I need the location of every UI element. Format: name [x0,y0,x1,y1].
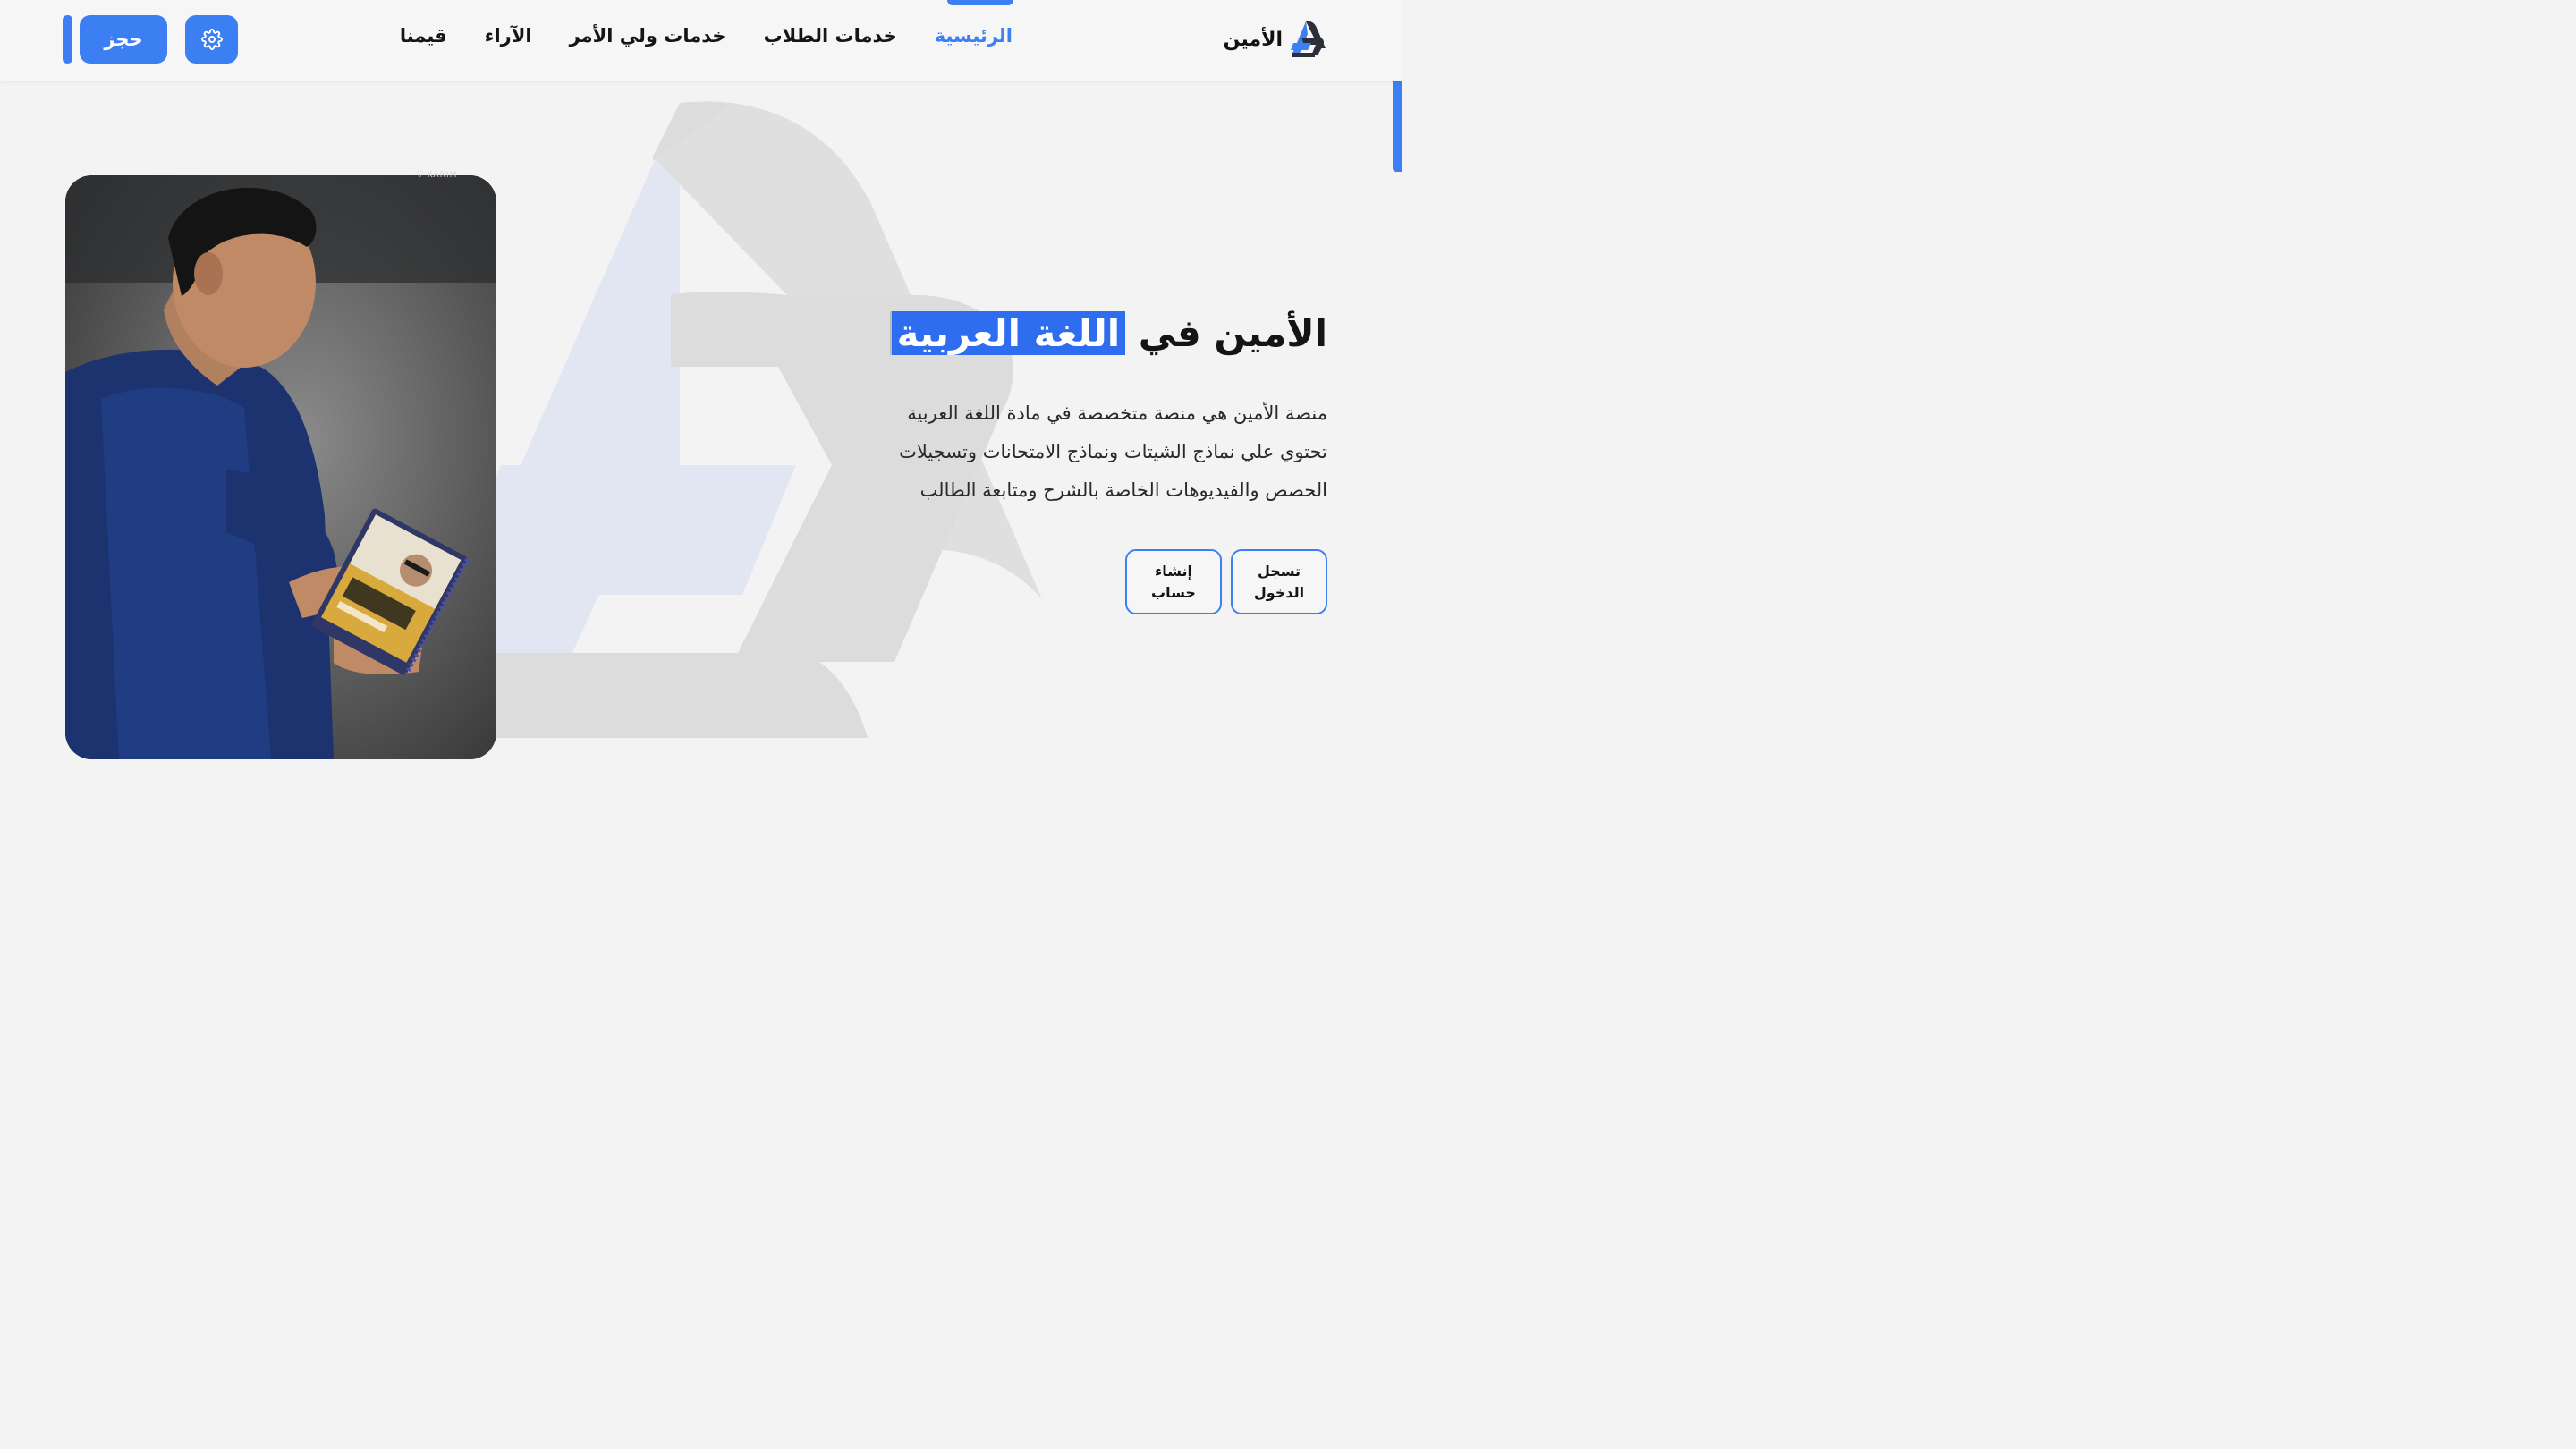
hero-description-line: الحصص والفيديوهات الخاصة بالشرح ومتابعة … [919,479,1327,501]
login-button-line: الدخول [1253,583,1305,601]
nav-item-reviews[interactable]: الآراء [485,25,532,47]
nav-item-home[interactable]: الرئيسية [935,25,1013,47]
page: الأمين الرئيسية خدمات الطلاب خدمات ولي ا… [0,0,1402,789]
hero-description: منصة الأمين هي منصة متخصصة في مادة اللغة… [826,394,1327,510]
alamin-logo-icon [1291,21,1326,57]
nav-item-parent-services[interactable]: خدمات ولي الأمر [570,25,726,47]
active-nav-indicator [947,0,1013,5]
settings-button[interactable] [185,15,238,64]
book-button[interactable]: حجز [80,15,167,64]
gear-icon [200,29,223,50]
nav-item-values[interactable]: قيمنا [400,25,447,47]
hero-photo [65,175,496,759]
main-nav: الرئيسية خدمات الطلاب خدمات ولي الأمر ال… [400,25,1013,47]
brand-name: الأمين [1223,28,1283,51]
hero-title-highlight: اللغة العربية [889,311,1126,355]
hero-title: الأمين في اللغة العربية [889,304,1327,363]
hero-title-prefix: الأمين في [1138,311,1327,355]
hero-description-line: تحتوي علي نماذج الشيتات ونماذج الامتحانا… [899,441,1327,462]
hero-description-line: منصة الأمين هي منصة متخصصة في مادة اللغة… [907,402,1327,424]
brand-logo[interactable]: الأمين [1224,18,1327,61]
register-button-line: إنشاء [1155,562,1192,580]
login-button[interactable]: تسجل الدخول [1231,549,1327,614]
register-button-line: حساب [1151,583,1196,601]
side-bar-handle[interactable] [63,15,72,64]
nav-item-student-services[interactable]: خدمات الطلاب [764,25,897,47]
photographer-watermark: ⛉ KARIM [417,171,458,180]
top-navbar: الأمين الرئيسية خدمات الطلاب خدمات ولي ا… [0,0,1402,81]
login-button-line: تسجل [1257,562,1301,580]
register-button[interactable]: إنشاء حساب [1125,549,1222,614]
person-with-book-illustration [65,175,496,759]
